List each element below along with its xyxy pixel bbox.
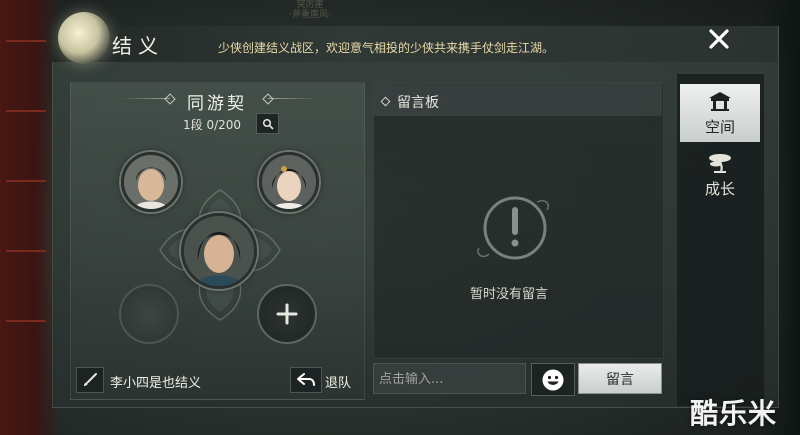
smiley-icon (542, 369, 564, 390)
search-button[interactable] (256, 113, 279, 134)
watermark: 酷乐米 (690, 397, 778, 430)
empty-member-slot (119, 284, 179, 344)
close-button[interactable] (700, 22, 738, 58)
notice-text: 少侠创建结义战区，欢迎意气相投的少侠共来携手仗剑走江湖。 (218, 41, 555, 55)
tab-growth[interactable]: 成长 (680, 146, 760, 204)
leader-avatar[interactable] (181, 213, 257, 289)
message-input[interactable]: 点击输入... (373, 363, 526, 394)
background-sign: 突厉崖 ·斧重崖风· (289, 0, 331, 20)
add-member-button[interactable] (257, 284, 317, 344)
emoji-button[interactable] (531, 363, 575, 396)
female-portrait-icon (262, 155, 316, 209)
leave-team-label[interactable]: 退队 (325, 372, 351, 391)
leave-team-button[interactable] (290, 367, 322, 393)
moon-emblem (58, 12, 110, 64)
member-avatar[interactable] (259, 152, 319, 212)
close-icon (709, 29, 729, 49)
title-ornament-left (120, 98, 170, 99)
tab-space[interactable]: 空间 (680, 84, 760, 142)
board-title: 留言板 (397, 95, 439, 111)
bonsai-tree-icon (709, 154, 731, 173)
edit-name-button[interactable] (76, 367, 104, 393)
search-icon (262, 118, 273, 129)
page-title: 结义 (112, 34, 164, 58)
pact-title: 同游契 (187, 94, 247, 114)
main-male-portrait-icon (184, 216, 254, 286)
brush-icon (84, 373, 97, 386)
post-message-button[interactable]: 留言 (578, 363, 662, 394)
pact-name: 李小四是也结义 (110, 376, 202, 391)
member-row: 李小四是也结义 退队 (76, 365, 356, 395)
background-red-pillar (0, 0, 60, 435)
member-avatar[interactable] (121, 152, 181, 212)
tab-label: 成长 (704, 180, 735, 198)
plus-icon (276, 303, 298, 325)
male-portrait-icon (124, 155, 178, 209)
tab-label: 空间 (704, 118, 735, 136)
pavilion-icon (709, 92, 731, 111)
pact-level: 1段 0/200 (183, 118, 242, 132)
empty-message-text: 暂时没有留言 (470, 287, 549, 302)
title-ornament-right (268, 98, 318, 99)
empty-notice-icon (477, 196, 549, 260)
back-arrow-icon (297, 373, 315, 386)
